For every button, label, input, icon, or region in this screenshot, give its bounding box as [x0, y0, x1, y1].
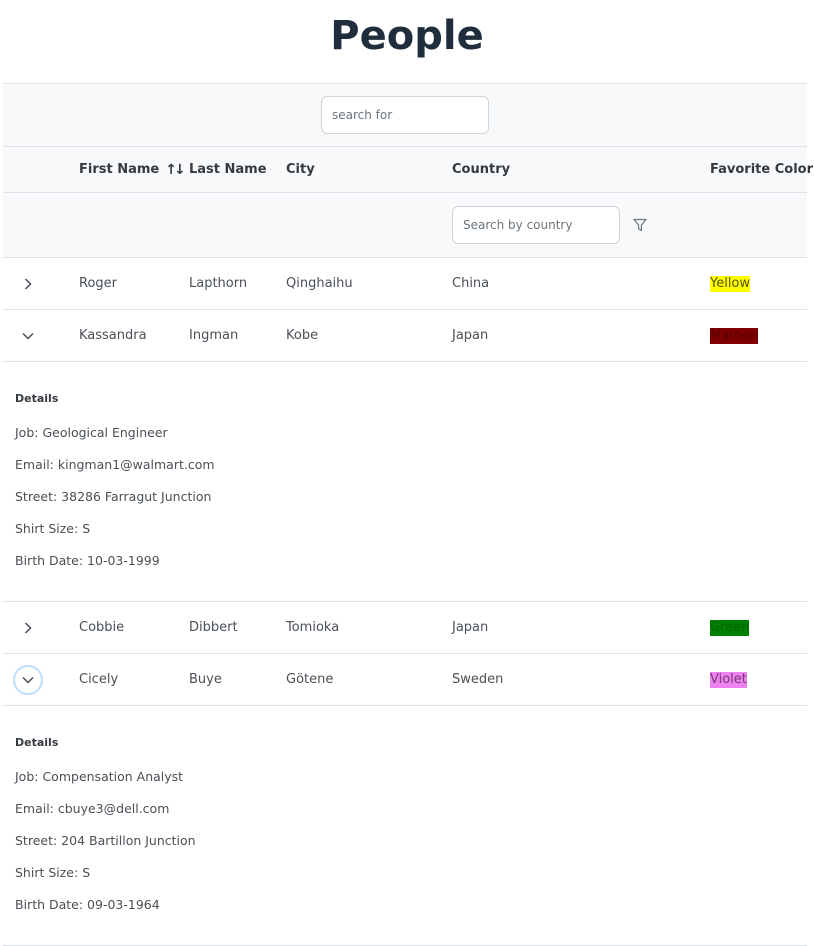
last-name-cell: Dibbert [189, 620, 238, 635]
table-header-row: First Name ↑↓ Last Name City Country Fav… [3, 147, 813, 193]
table-row: Cobbie Dibbert Tomioka Japan Green [3, 602, 807, 654]
favorite-color-cell: Violet [710, 654, 747, 705]
global-search-input[interactable] [321, 96, 489, 134]
details-email: Email: kingman1@walmart.com [15, 457, 215, 472]
last-name-cell: Lapthorn [189, 276, 248, 291]
color-badge: Violet [710, 671, 747, 688]
column-header-favorite-color: Favorite Color [710, 162, 813, 177]
column-header-country: Country [452, 162, 511, 177]
first-name-cell: Roger [79, 276, 117, 291]
sort-icon[interactable]: ↑↓ [165, 162, 186, 178]
chevron-down-icon [21, 673, 35, 687]
favorite-color-cell: Maroon [710, 310, 759, 361]
row-expand-button[interactable] [13, 664, 43, 695]
color-badge: Green [710, 619, 750, 636]
country-filter-cell [452, 193, 648, 257]
expander-cell [13, 602, 61, 653]
expander-cell [13, 654, 61, 705]
city-cell: Qinghaihu [286, 276, 353, 291]
details-birth-date: Birth Date: 10-03-1999 [15, 553, 160, 568]
details-street: Street: 38286 Farragut Junction [15, 489, 212, 504]
details-title: Details [15, 392, 59, 405]
details-shirt-size: Shirt Size: S [15, 521, 91, 536]
column-header-last-name: Last Name [189, 162, 267, 177]
table-row: Kassandra Ingman Kobe Japan Maroon [3, 310, 807, 362]
country-cell: Japan [452, 328, 489, 343]
color-badge: Maroon [710, 327, 759, 344]
expander-header [13, 147, 61, 192]
city-cell: Götene [286, 672, 334, 687]
row-expand-button[interactable] [13, 321, 43, 351]
column-header-first-name[interactable]: First Name ↑↓ [79, 147, 186, 192]
chevron-right-icon [21, 277, 35, 291]
table-toolbar [3, 83, 807, 147]
first-name-cell: Kassandra [79, 328, 147, 343]
details-job: Job: Geological Engineer [15, 425, 168, 440]
city-cell: Tomioka [286, 620, 340, 635]
chevron-down-icon [21, 329, 35, 343]
details-email: Email: cbuye3@dell.com [15, 801, 170, 816]
details-job: Job: Compensation Analyst [15, 769, 184, 784]
city-cell: Kobe [286, 328, 319, 343]
last-name-cell: Ingman [189, 328, 239, 343]
row-details-panel: Details Job: Compensation Analyst Email: c… [3, 706, 807, 946]
filter-row [3, 193, 807, 258]
column-header-city: City [286, 162, 315, 177]
expander-cell [13, 258, 61, 309]
page-title: People [330, 13, 484, 59]
row-expand-button[interactable] [13, 269, 43, 299]
first-name-cell: Cobbie [79, 620, 125, 635]
people-table: First Name ↑↓ Last Name City Country Fav… [3, 83, 813, 946]
column-header-label: First Name [79, 162, 160, 177]
row-expand-button[interactable] [13, 613, 43, 643]
table-body: Roger Lapthorn Qinghaihu China Yellow Kassand… [3, 258, 807, 946]
color-badge: Yellow [710, 275, 751, 292]
filter-icon[interactable] [632, 217, 648, 233]
favorite-color-cell: Green [710, 602, 750, 653]
country-cell: China [452, 276, 490, 291]
details-shirt-size: Shirt Size: S [15, 865, 91, 880]
favorite-color-cell: Yellow [710, 258, 751, 309]
table-row: Cicely Buye Götene Sweden Violet [3, 654, 807, 706]
country-cell: Sweden [452, 672, 504, 687]
chevron-right-icon [21, 621, 35, 635]
details-street: Street: 204 Bartillon Junction [15, 833, 196, 848]
table-row: Roger Lapthorn Qinghaihu China Yellow [3, 258, 807, 310]
row-details-panel: Details Job: Geological Engineer Email: ki… [3, 362, 807, 602]
expander-cell [13, 310, 61, 361]
country-filter-input[interactable] [452, 206, 620, 244]
details-title: Details [15, 736, 59, 749]
country-cell: Japan [452, 620, 489, 635]
first-name-cell: Cicely [79, 672, 119, 687]
last-name-cell: Buye [189, 672, 222, 687]
details-birth-date: Birth Date: 09-03-1964 [15, 897, 160, 912]
